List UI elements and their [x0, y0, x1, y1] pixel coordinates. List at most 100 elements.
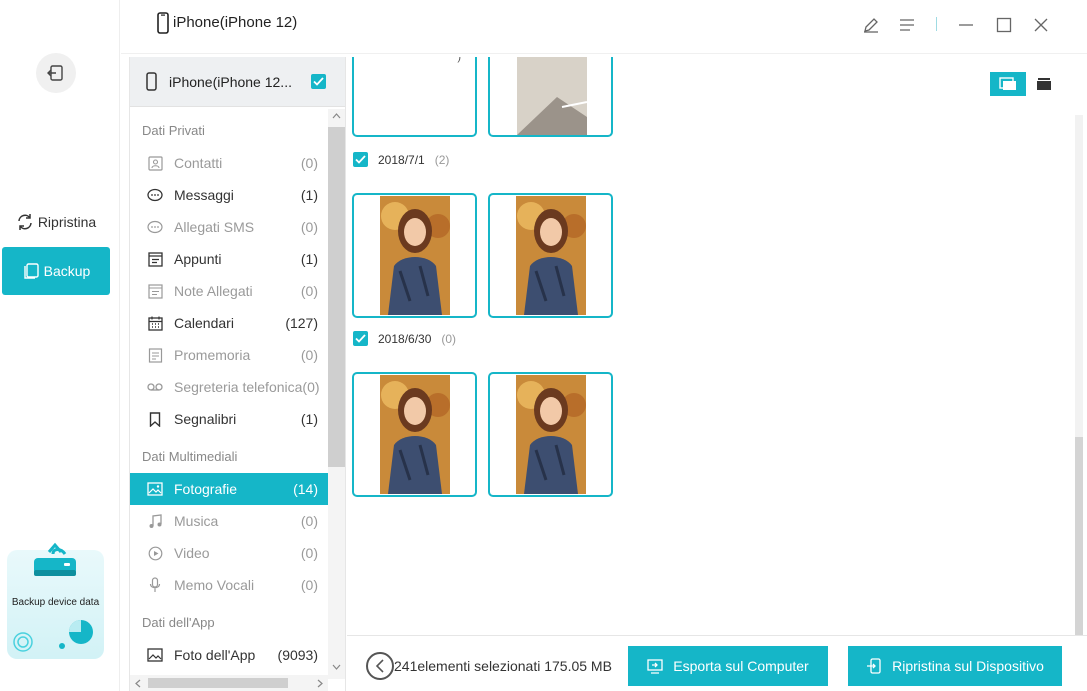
date-group-count: (0) — [441, 331, 457, 346]
list-view-icon — [1037, 78, 1051, 90]
category-horizontal-scrollbar-thumb[interactable] — [148, 678, 288, 688]
export-to-computer-button[interactable]: Esporta sul Computer — [628, 646, 828, 686]
photo-thumbnail[interactable] — [352, 193, 477, 318]
category-sms-attachments[interactable]: Allegati SMS (0) — [130, 211, 328, 243]
category-reminders[interactable]: Promemoria (0) — [130, 339, 328, 371]
note-attachment-icon — [147, 283, 163, 299]
photo-thumbnail[interactable] — [488, 193, 613, 318]
category-vertical-scrollbar-thumb[interactable] — [328, 127, 345, 467]
nav-restore[interactable]: Ripristina — [2, 198, 110, 246]
music-icon — [147, 513, 163, 529]
chevron-left-icon — [375, 659, 384, 673]
restore-to-device-button[interactable]: Ripristina sul Dispositivo — [848, 646, 1062, 686]
maximize-button[interactable] — [993, 14, 1015, 36]
back-button[interactable] — [366, 652, 394, 680]
minimize-icon — [959, 24, 973, 26]
photo-thumbnail[interactable] — [352, 372, 477, 497]
bookmark-icon — [147, 411, 163, 427]
photo-thumbnail[interactable]: ) — [352, 57, 477, 137]
app-window: Ripristina Backup Backup device data iPh… — [0, 0, 1087, 691]
check-icon — [355, 334, 366, 343]
category-note-attachments[interactable]: Note Allegati (0) — [130, 275, 328, 307]
nav-backup[interactable]: Backup — [2, 247, 110, 295]
category-panel: iPhone(iPhone 12... Dati Privati Contatt… — [129, 57, 346, 691]
phone-icon — [146, 72, 157, 91]
photo-icon — [147, 481, 163, 497]
photo-grid-scrollbar[interactable] — [1075, 115, 1083, 635]
menu-button[interactable] — [896, 14, 918, 36]
export-icon — [647, 658, 663, 674]
window-title: iPhone(iPhone 12) — [173, 14, 298, 31]
category-horizontal-scrollbar[interactable] — [130, 675, 328, 691]
nav-restore-label: Ripristina — [37, 214, 97, 230]
category-calendars[interactable]: Calendari (127) — [130, 307, 328, 339]
category-app-photos[interactable]: Foto dell'App (9093) — [130, 639, 328, 671]
microphone-icon — [147, 577, 163, 593]
reminder-icon — [147, 347, 163, 363]
category-voice-memos[interactable]: Memo Vocali (0) — [130, 569, 328, 601]
category-music[interactable]: Musica (0) — [130, 505, 328, 537]
exit-icon — [47, 65, 63, 81]
portrait-photo — [515, 196, 586, 315]
chevron-up-icon — [332, 113, 341, 119]
feedback-button[interactable] — [860, 14, 882, 36]
category-list: Dati Privati Contatti (0) Messaggi (1) A… — [130, 109, 328, 671]
category-vertical-scrollbar[interactable] — [328, 109, 345, 679]
date-group-checkbox[interactable] — [353, 331, 368, 346]
check-icon — [313, 77, 324, 86]
menu-icon — [900, 19, 914, 31]
photo-thumbnail[interactable] — [488, 57, 613, 137]
date-group-header[interactable]: 2018/7/1 (2) — [353, 152, 449, 167]
phone-icon — [157, 12, 169, 34]
promo-text: Backup device data — [11, 597, 100, 608]
date-group-label: 2018/7/1 — [378, 152, 425, 167]
category-notes[interactable]: Appunti (1) — [130, 243, 328, 275]
chevron-left-icon — [135, 679, 141, 688]
category-messages[interactable]: Messaggi (1) — [130, 179, 328, 211]
view-toggle-list[interactable] — [1026, 72, 1062, 96]
view-toggle-thumbnail[interactable] — [990, 72, 1026, 96]
portrait-photo — [515, 375, 586, 494]
photo-thumbnail[interactable] — [488, 372, 613, 497]
category-bookmarks[interactable]: Segnalibri (1) — [130, 403, 328, 435]
backup-icon — [23, 263, 39, 279]
chevron-right-icon — [317, 679, 323, 688]
group-title-app: Dati dell'App — [142, 615, 215, 630]
minimize-button[interactable] — [955, 14, 977, 36]
photo-caption: ) — [457, 57, 461, 63]
app-photo-icon — [147, 647, 163, 663]
date-group-count: (2) — [434, 152, 450, 167]
thumbnail-view-icon — [999, 77, 1016, 90]
exit-button[interactable] — [36, 53, 76, 93]
selection-info: 241elementi selezionati 175.05 MB — [394, 658, 612, 674]
video-icon — [147, 545, 163, 561]
group-title-private: Dati Privati — [142, 123, 205, 138]
device-header[interactable]: iPhone(iPhone 12... — [130, 57, 345, 107]
photo-grid-scrollbar-thumb[interactable] — [1075, 437, 1083, 635]
titlebar-divider — [936, 17, 937, 31]
category-video[interactable]: Video (0) — [130, 537, 328, 569]
category-voicemail[interactable]: Segreteria telefonica (0) — [130, 371, 328, 403]
view-toggle-group — [990, 72, 1062, 96]
category-contacts[interactable]: Contatti (0) — [130, 147, 328, 179]
promo-decoration-icon — [13, 620, 93, 652]
close-button[interactable] — [1030, 14, 1052, 36]
photo-grid-area: ) 2018/7/1 (2) 2018/6/30 (0) — [347, 57, 1087, 635]
photo-image — [517, 57, 587, 135]
refresh-icon — [18, 214, 32, 230]
calendar-icon — [147, 315, 163, 331]
chevron-down-icon — [332, 664, 341, 670]
device-label: iPhone(iPhone 12... — [169, 73, 292, 90]
left-nav: Ripristina Backup Backup device data — [0, 0, 120, 691]
drive-upload-icon — [34, 542, 76, 576]
category-photos[interactable]: Fotografie (14) — [130, 473, 328, 505]
restore-device-icon — [867, 658, 881, 674]
date-group-checkbox[interactable] — [353, 152, 368, 167]
promo-card[interactable]: Backup device data — [7, 542, 104, 659]
voicemail-icon — [147, 379, 163, 395]
sms-attachment-icon — [147, 219, 163, 235]
date-group-header[interactable]: 2018/6/30 (0) — [353, 331, 456, 346]
close-icon — [1034, 18, 1048, 32]
check-icon — [355, 155, 366, 164]
device-checkbox[interactable] — [311, 74, 326, 89]
